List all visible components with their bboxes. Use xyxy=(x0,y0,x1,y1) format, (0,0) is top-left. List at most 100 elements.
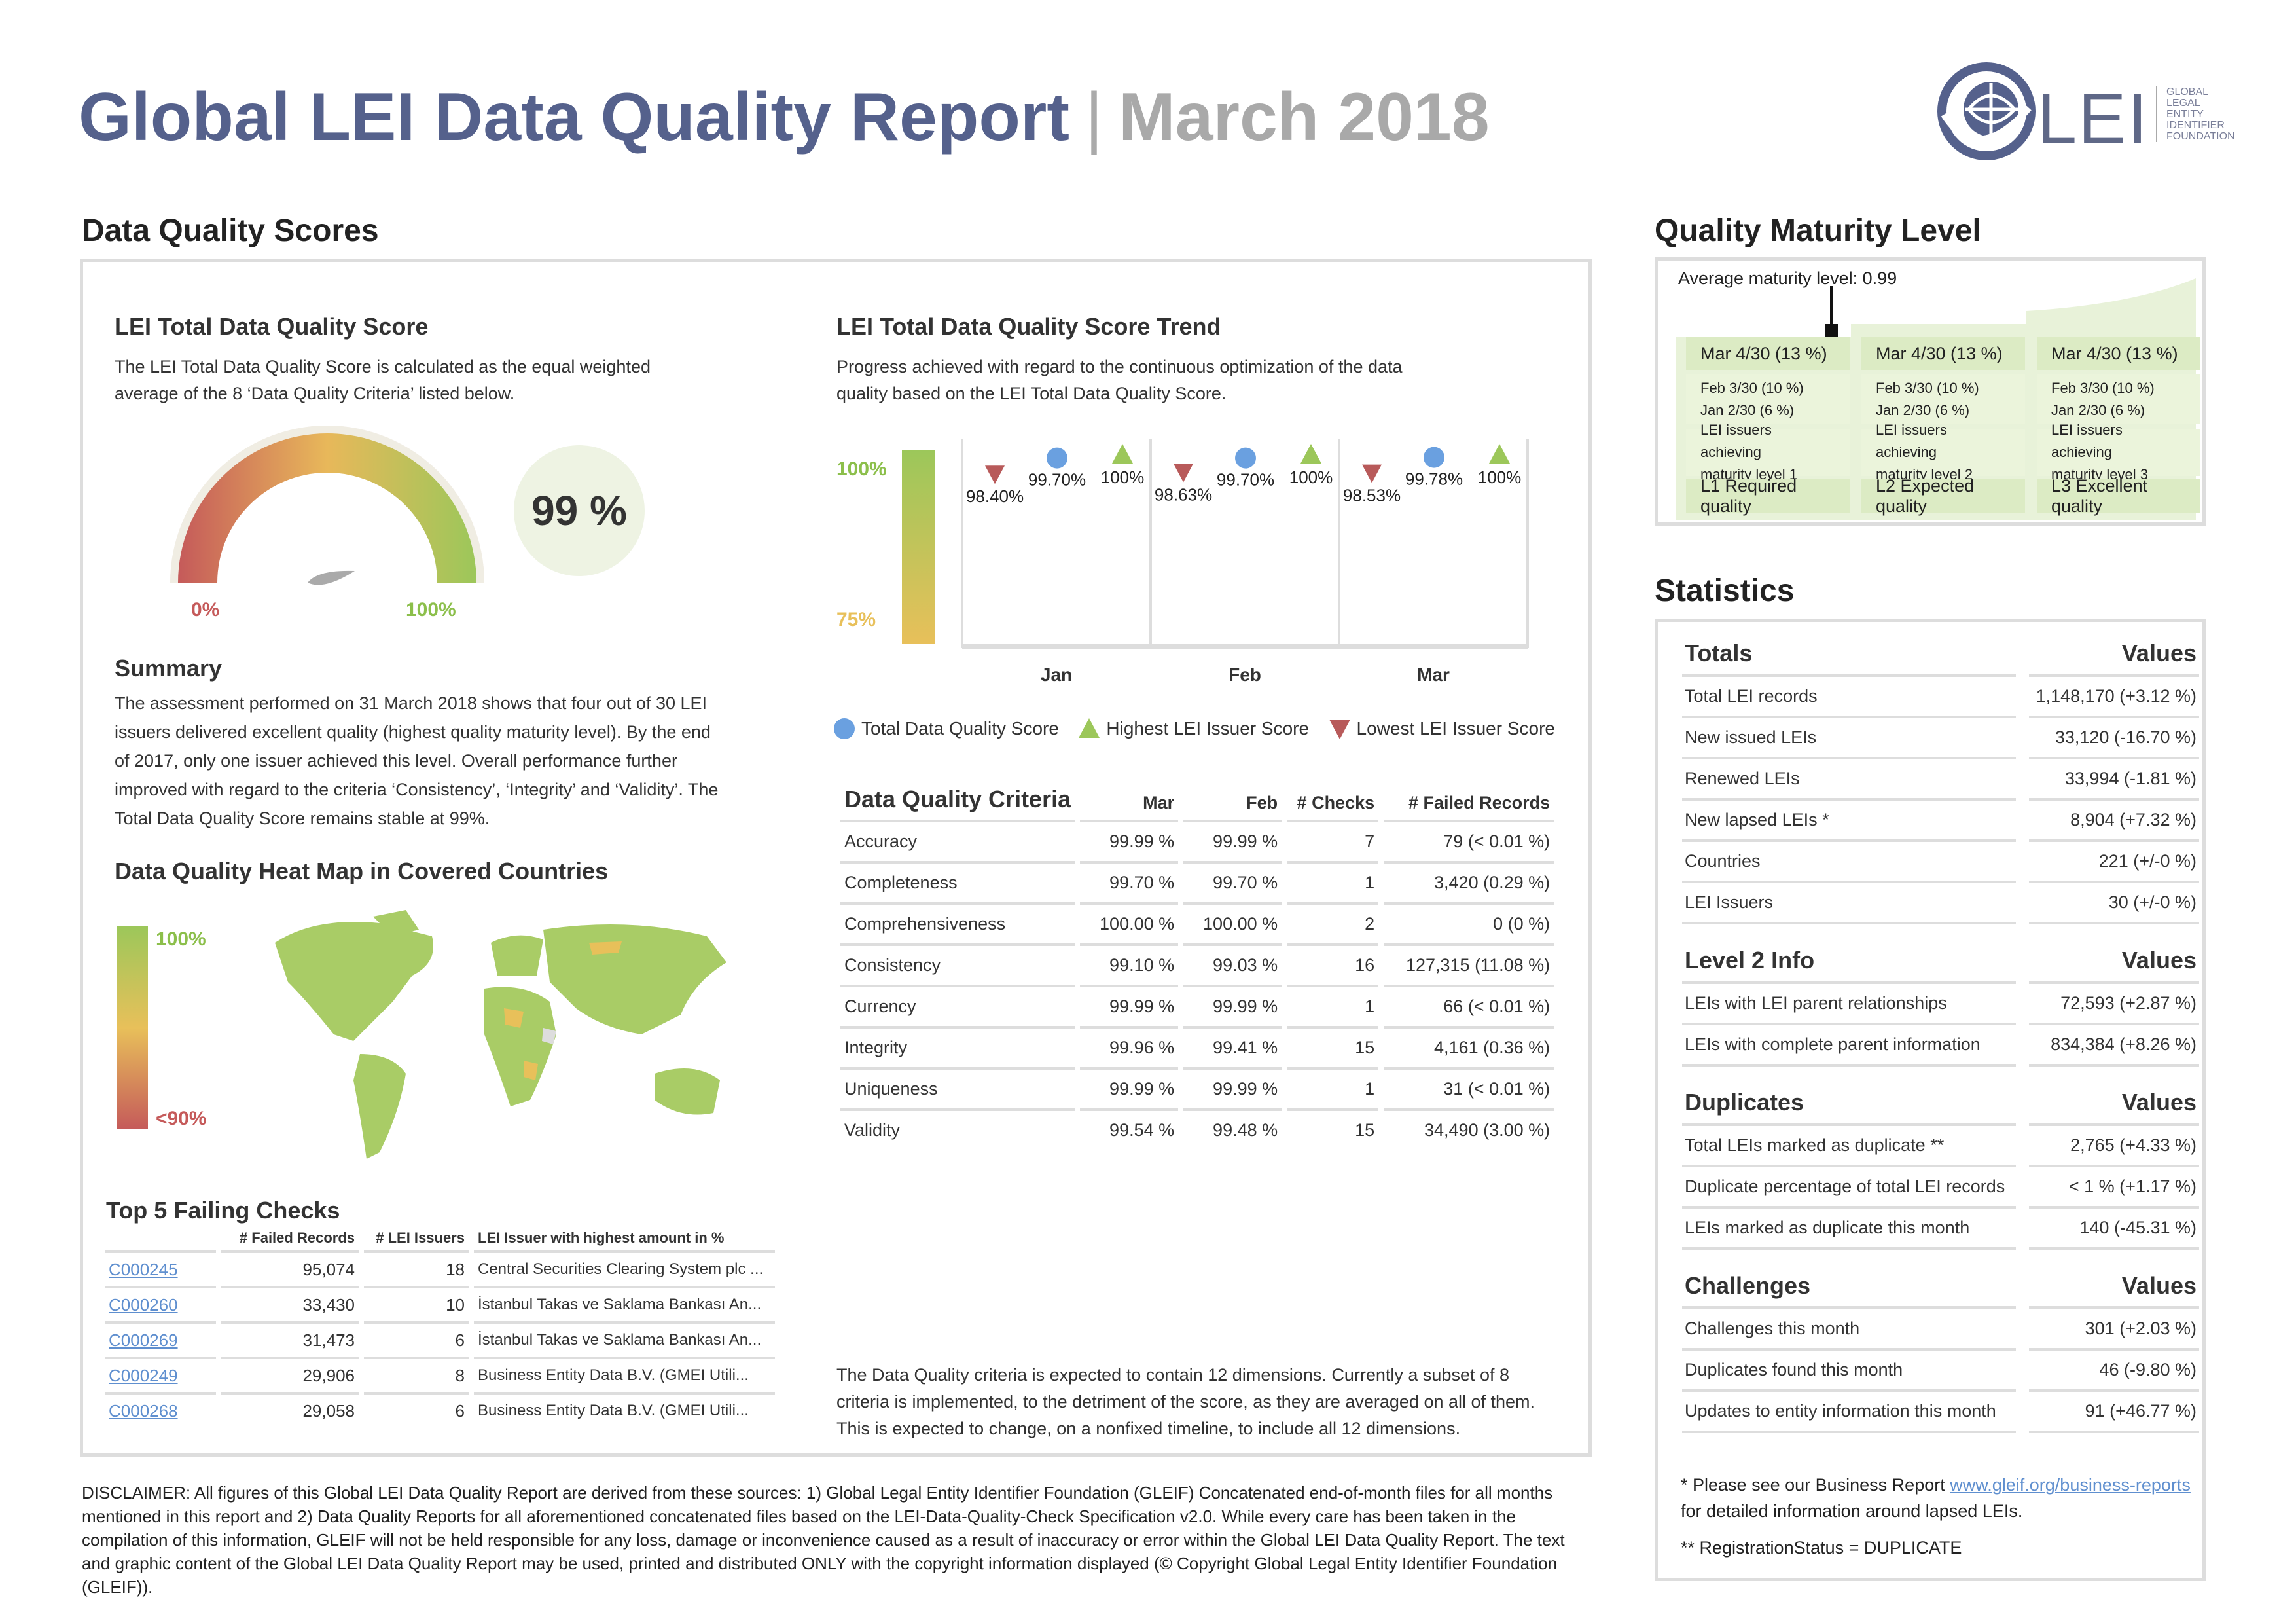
failing-value: 18 xyxy=(364,1250,469,1286)
criteria-value: 99.03 % xyxy=(1183,943,1282,985)
failing-value: 6 xyxy=(364,1392,469,1427)
failing-value: 8 xyxy=(364,1357,469,1392)
stats-label: Challenges this month xyxy=(1682,1309,2017,1351)
check-id-link[interactable]: C000260 xyxy=(105,1286,216,1321)
lei-globe-icon xyxy=(1937,62,2036,160)
heatmap-title: Data Quality Heat Map in Covered Countri… xyxy=(115,858,609,884)
maturity-text: Feb 3/30 (10 %) xyxy=(1876,380,1979,396)
highest-score-point xyxy=(1489,444,1510,464)
stats-label: Duplicates found this month xyxy=(1682,1351,2017,1392)
x-tick-label: Mar xyxy=(1417,665,1450,685)
stats-label: Total LEI records xyxy=(1682,677,2017,718)
gauge-value: 99 % xyxy=(514,445,645,576)
x-tick-label: Feb xyxy=(1229,665,1261,685)
legend-lowest: Lowest LEI Issuer Score xyxy=(1328,717,1555,740)
criteria-row: Currency 99.99 % 99.99 % 1 66 (< 0.01 %) xyxy=(840,985,1554,1026)
stats-row: Duplicates found this month 46 (-9.80 %) xyxy=(1682,1351,2199,1392)
trend-desc: Progress achieved with regard to the con… xyxy=(836,357,1403,403)
criteria-value: 15 xyxy=(1287,1026,1379,1067)
x-tick-label: Jan xyxy=(1041,665,1072,685)
criteria-value: 99.54 % xyxy=(1080,1108,1179,1150)
triangle-up-icon xyxy=(1079,718,1100,738)
stats-value: < 1 % (+1.17 %) xyxy=(2029,1167,2199,1209)
stats-group-title: Challenges xyxy=(1682,1250,2017,1309)
maturity-text: Jan 2/30 (6 %) xyxy=(1700,402,1795,418)
stats-values-label: Values xyxy=(2029,632,2199,677)
criteria-value: 99.70 % xyxy=(1080,861,1179,902)
maturity-cell: L3 Excellent quality xyxy=(2037,476,2200,516)
failing-value: 31,473 xyxy=(221,1321,359,1357)
check-id-link[interactable]: C000269 xyxy=(105,1321,216,1357)
stats-row: LEI Issuers 30 (+/-0 %) xyxy=(1682,883,2199,924)
stats-label: Countries xyxy=(1682,842,2017,883)
maturity-marker xyxy=(1825,324,1838,337)
trend-scale-bottom: 75% xyxy=(836,609,876,630)
trend-title: LEI Total Data Quality Score Trend xyxy=(836,313,1221,340)
trend-chart: Jan Feb Mar 98.40% 98.63% 98.53% 99.70% 99.70% 9… xyxy=(961,439,1529,685)
data-label: 100% xyxy=(1101,467,1145,487)
maturity-cell: LEI issuers achieving maturity level 2 xyxy=(1861,422,2025,483)
stats-row: LEIs with LEI parent relationships 72,593… xyxy=(1682,984,2199,1025)
circle-marker-icon xyxy=(834,718,855,739)
criteria-name: Currency xyxy=(840,985,1075,1026)
summary-text: The assessment performed on 31 March 201… xyxy=(115,693,719,828)
criteria-value: 99.99 % xyxy=(1183,1067,1282,1108)
col-header: # Checks xyxy=(1297,793,1375,812)
maturity-text: Jan 2/30 (6 %) xyxy=(1876,402,1970,418)
failing-title: Top 5 Failing Checks xyxy=(106,1197,340,1224)
stats-values-label: Values xyxy=(2029,1250,2199,1309)
stats-row: LEIs with complete parent information 834… xyxy=(1682,1025,2199,1067)
criteria-row: Accuracy 99.99 % 99.99 % 7 79 (< 0.01 %) xyxy=(840,820,1554,861)
statistics-title: Statistics xyxy=(1655,574,1795,608)
maturity-title: Quality Maturity Level xyxy=(1655,213,1981,248)
criteria-value: 99.41 % xyxy=(1183,1026,1282,1067)
criteria-name: Validity xyxy=(840,1108,1075,1150)
criteria-value: 3,420 (0.29 %) xyxy=(1384,861,1554,902)
check-id-link[interactable]: C000245 xyxy=(105,1250,216,1286)
logo-line: LEGAL xyxy=(2166,98,2200,109)
criteria-row: Validity 99.54 % 99.48 % 15 34,490 (3.00 %) xyxy=(840,1108,1554,1150)
failing-row: C000268 29,058 6 Business Entity Data B.V. … xyxy=(105,1392,775,1427)
gauge-min-label: 0% xyxy=(191,599,220,621)
criteria-value: 99.99 % xyxy=(1080,820,1179,861)
maturity-cell: Feb 3/30 (10 %) Jan 2/30 (6 %) xyxy=(2037,374,2200,424)
stats-footnote: * Please see our Business Report www.gle… xyxy=(1681,1472,2198,1561)
stats-value: 91 (+46.77 %) xyxy=(2029,1392,2199,1433)
criteria-name: Consistency xyxy=(840,943,1075,985)
criteria-value: 99.99 % xyxy=(1080,1067,1179,1108)
col-header: Feb xyxy=(1246,793,1278,812)
stats-group-title: Level 2 Info xyxy=(1682,924,2017,984)
disclaimer: DISCLAIMER: All figures of this Global L… xyxy=(82,1483,1565,1597)
criteria-value: 99.99 % xyxy=(1080,985,1179,1026)
criteria-value: 127,315 (11.08 %) xyxy=(1384,943,1554,985)
stats-label: LEIs marked as duplicate this month xyxy=(1682,1209,2017,1250)
business-report-link[interactable]: www.gleif.org/business-reports xyxy=(1950,1475,2191,1495)
criteria-value: 66 (< 0.01 %) xyxy=(1384,985,1554,1026)
failing-value: Business Entity Data B.V. (GMEI Utili... xyxy=(474,1357,775,1392)
legend-label: Highest LEI Issuer Score xyxy=(1106,718,1310,739)
stats-row: Total LEIs marked as duplicate ** 2,765 (… xyxy=(1682,1126,2199,1167)
check-id-link[interactable]: C000249 xyxy=(105,1357,216,1392)
stats-row: Renewed LEIs 33,994 (-1.81 %) xyxy=(1682,759,2199,801)
data-label: 100% xyxy=(1289,467,1333,487)
col-header: # Failed Records xyxy=(239,1230,355,1246)
stats-value: 2,765 (+4.33 %) xyxy=(2029,1126,2199,1167)
total-score-desc: The LEI Total Data Quality Score is calc… xyxy=(115,357,651,403)
stats-value: 30 (+/-0 %) xyxy=(2029,883,2199,924)
data-label: 98.53% xyxy=(1343,486,1401,505)
stats-value: 301 (+2.03 %) xyxy=(2029,1309,2199,1351)
col-header: LEI Issuer with highest amount in % xyxy=(478,1230,725,1246)
failing-value: 10 xyxy=(364,1286,469,1321)
stats-group-header: Duplicates Values xyxy=(1682,1067,2199,1126)
maturity-text: Feb 3/30 (10 %) xyxy=(1700,380,1804,396)
criteria-name: Uniqueness xyxy=(840,1067,1075,1108)
maturity-text: LEI issuers achieving xyxy=(1876,422,1947,460)
stats-label: Renewed LEIs xyxy=(1682,759,2017,801)
total-score-title: LEI Total Data Quality Score xyxy=(115,313,429,340)
criteria-value: 1 xyxy=(1287,861,1379,902)
triangle-down-icon xyxy=(1329,720,1350,739)
maturity-cell: Mar 4/30 (13 %) xyxy=(2037,337,2200,370)
check-id-link[interactable]: C000268 xyxy=(105,1392,216,1427)
failing-value: 6 xyxy=(364,1321,469,1357)
gauge-needle xyxy=(308,570,355,585)
